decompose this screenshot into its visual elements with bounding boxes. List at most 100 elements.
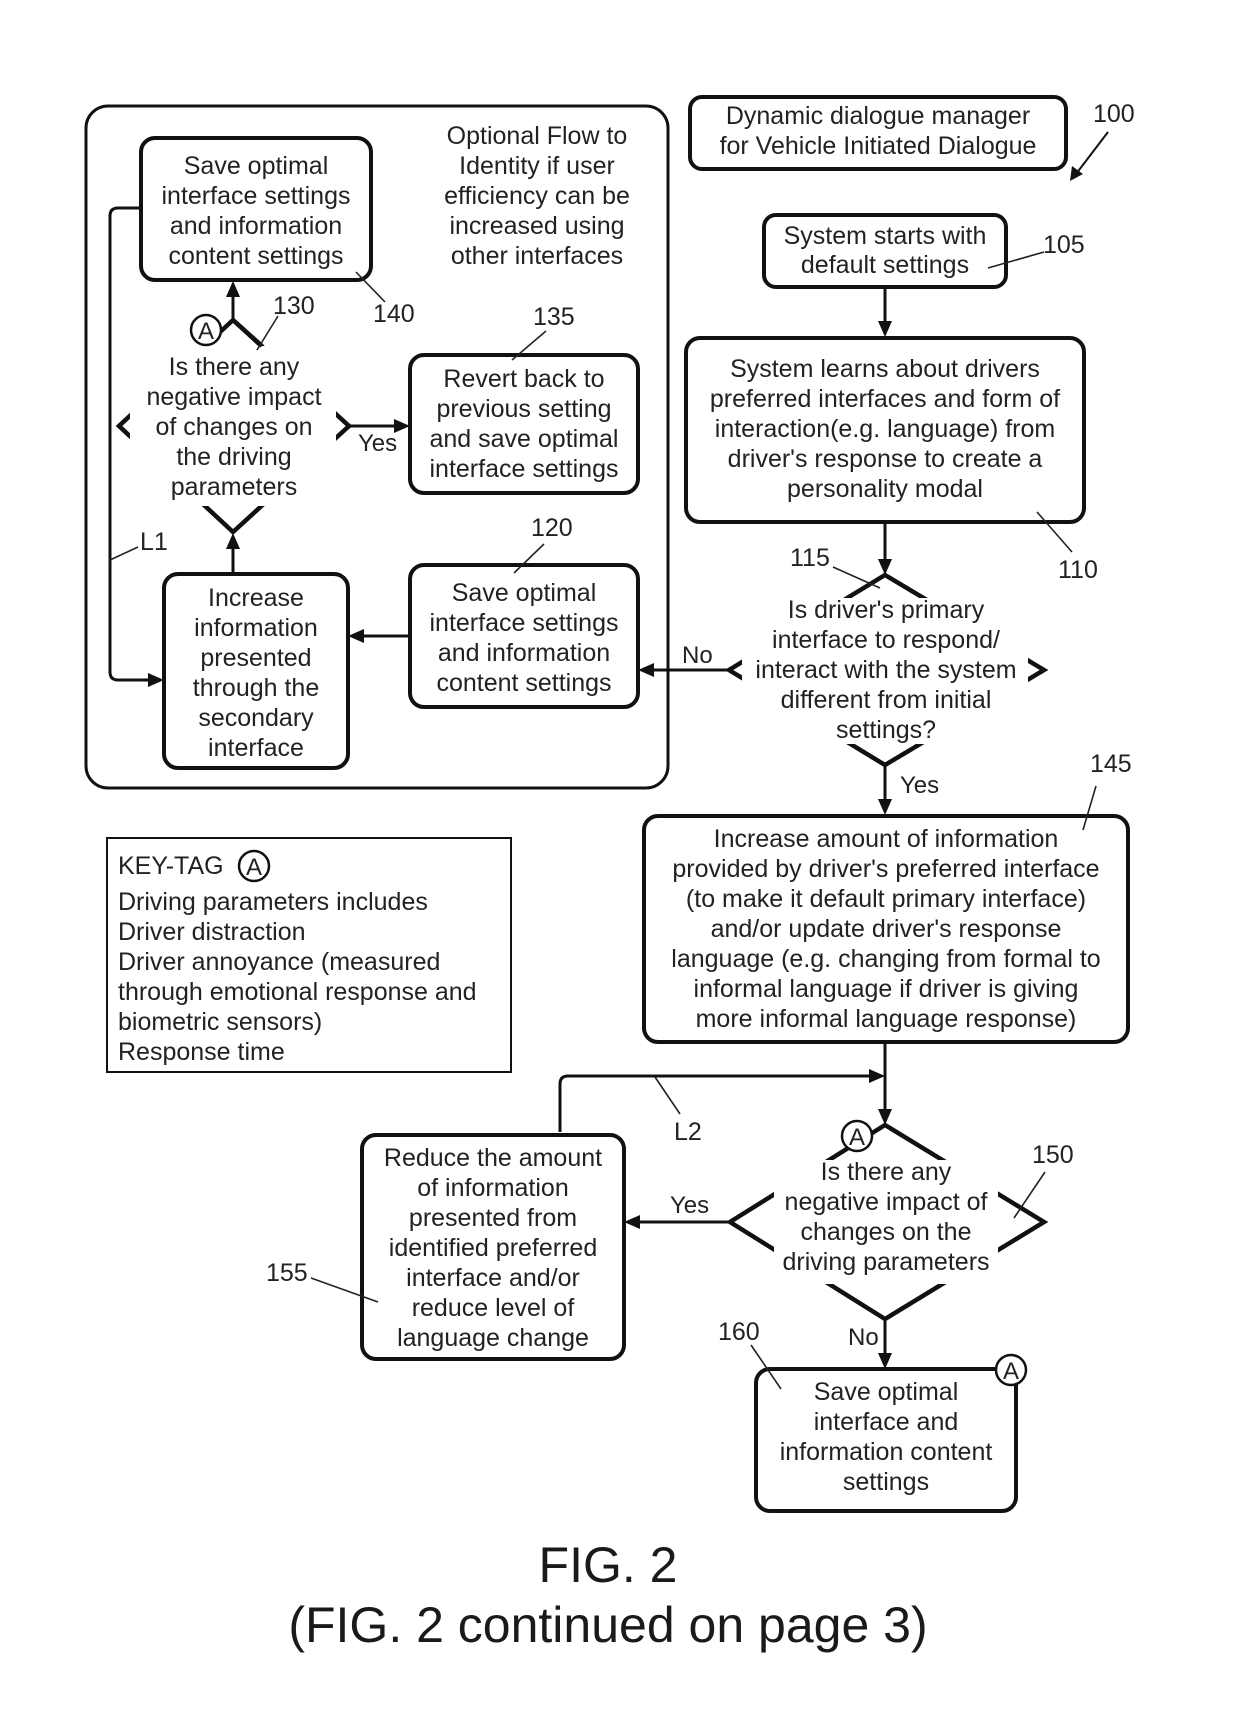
svg-text:Save optimal: Save optimal	[184, 152, 329, 180]
svg-text:biometric sensors): biometric sensors)	[118, 1008, 322, 1036]
ref-105: 105	[1043, 231, 1085, 259]
svg-text:the driving: the driving	[176, 443, 291, 471]
svg-text:driving parameters: driving parameters	[782, 1248, 989, 1276]
svg-text:through emotional response and: through emotional response and	[118, 978, 477, 1006]
title-line-2: for Vehicle Initiated Dialogue	[720, 132, 1037, 160]
ref-130-leader	[256, 315, 279, 351]
ref-135: 135	[533, 303, 575, 331]
loop-l1-label: L1	[140, 528, 168, 556]
svg-text:of changes on: of changes on	[155, 413, 312, 441]
step-145-text: Increase amount of information provided …	[671, 825, 1100, 1033]
ref-115-leader	[832, 566, 881, 589]
svg-text:different from initial: different from initial	[781, 686, 992, 714]
optional-flow-caption: Optional Flow to Identity if user effici…	[444, 122, 630, 270]
svg-text:System learns about drivers: System learns about drivers	[730, 355, 1040, 383]
svg-text:personality modal: personality modal	[787, 475, 983, 503]
svg-text:negative impact: negative impact	[146, 383, 321, 411]
svg-text:driver's response to create a: driver's response to create a	[728, 445, 1043, 473]
svg-text:(to make it default primary in: (to make it default primary interface)	[686, 885, 1086, 913]
ref-130: 130	[273, 292, 315, 320]
ref-100: 100	[1093, 100, 1135, 128]
svg-text:other interfaces: other interfaces	[451, 242, 623, 270]
ref-145: 145	[1090, 750, 1132, 778]
svg-text:identified preferred: identified preferred	[389, 1234, 597, 1262]
svg-text:presented: presented	[200, 644, 311, 672]
svg-text:interface and: interface and	[814, 1408, 959, 1436]
svg-text:language (e.g. changing from f: language (e.g. changing from formal to	[671, 945, 1100, 973]
svg-text:negative impact of: negative impact of	[785, 1188, 988, 1216]
svg-text:A: A	[1003, 1358, 1019, 1385]
ref-155: 155	[266, 1259, 308, 1287]
loop-l1-leader	[109, 546, 139, 561]
loop-l2-leader	[654, 1076, 681, 1115]
svg-text:A: A	[849, 1124, 865, 1151]
svg-text:Driver annoyance (measured: Driver annoyance (measured	[118, 948, 440, 976]
svg-text:secondary: secondary	[198, 704, 314, 732]
ref-120: 120	[531, 514, 573, 542]
svg-text:content settings: content settings	[436, 669, 611, 697]
svg-text:and save optimal: and save optimal	[429, 425, 618, 453]
svg-text:preferred interfaces and form: preferred interfaces and form of	[710, 385, 1060, 413]
figure-continued-note: (FIG. 2 continued on page 3)	[288, 1597, 927, 1653]
step-130-text: Is there any negative impact of changes …	[146, 353, 321, 501]
ref-140: 140	[373, 300, 415, 328]
svg-text:Is there any: Is there any	[169, 353, 300, 381]
title-line-1: Dynamic dialogue manager	[726, 102, 1030, 130]
svg-text:Is there any: Is there any	[821, 1158, 952, 1186]
label-no-150: No	[848, 1324, 879, 1351]
label-yes-150: Yes	[670, 1192, 709, 1219]
svg-text:Revert back to: Revert back to	[443, 365, 604, 393]
svg-text:parameters: parameters	[171, 473, 297, 501]
svg-text:settings?: settings?	[836, 716, 936, 744]
svg-text:Is driver's primary: Is driver's primary	[788, 596, 985, 624]
ref-140-leader	[355, 271, 386, 303]
svg-text:content settings: content settings	[168, 242, 343, 270]
label-yes-115: Yes	[900, 772, 939, 799]
svg-text:Increase: Increase	[208, 584, 304, 612]
svg-text:previous setting: previous setting	[436, 395, 611, 423]
svg-text:changes on the: changes on the	[801, 1218, 972, 1246]
svg-text:language change: language change	[397, 1324, 589, 1352]
ref-110: 110	[1058, 556, 1098, 584]
svg-text:provided by driver's preferred: provided by driver's preferred interface	[672, 855, 1099, 883]
ref-100-arrow	[1075, 131, 1109, 175]
svg-text:increased using: increased using	[449, 212, 624, 240]
svg-text:Optional Flow to: Optional Flow to	[447, 122, 628, 150]
loop-l2-label: L2	[674, 1118, 702, 1146]
svg-text:Save optimal: Save optimal	[452, 579, 597, 607]
svg-text:Response time: Response time	[118, 1038, 285, 1066]
svg-text:interface and/or: interface and/or	[406, 1264, 580, 1292]
svg-text:A: A	[246, 854, 262, 881]
svg-text:Reduce the amount: Reduce the amount	[384, 1144, 602, 1172]
svg-text:and information: and information	[170, 212, 342, 240]
svg-text:Save optimal: Save optimal	[814, 1378, 959, 1406]
svg-text:interface: interface	[208, 734, 304, 762]
svg-text:reduce level of: reduce level of	[412, 1294, 575, 1322]
svg-text:and information: and information	[438, 639, 610, 667]
svg-text:Identity if user: Identity if user	[459, 152, 615, 180]
svg-text:interact with the system: interact with the system	[755, 656, 1016, 684]
label-no-115: No	[682, 642, 713, 669]
loop-l2	[558, 1074, 870, 1132]
svg-text:A: A	[198, 318, 214, 345]
svg-text:and/or update driver's respons: and/or update driver's response	[711, 915, 1062, 943]
svg-text:more informal language respons: more informal language response)	[696, 1005, 1077, 1033]
ref-160: 160	[718, 1318, 760, 1346]
svg-text:interaction(e.g. language) fro: interaction(e.g. language) from	[715, 415, 1055, 443]
svg-text:Increase amount of information: Increase amount of information	[714, 825, 1059, 853]
svg-text:interface to respond/: interface to respond/	[772, 626, 1000, 654]
svg-text:informal language if driver is: informal language if driver is giving	[694, 975, 1079, 1003]
ref-115: 115	[790, 544, 830, 572]
svg-text:interface settings: interface settings	[162, 182, 351, 210]
step-105-line-2: default settings	[801, 251, 969, 279]
flowchart: Dynamic dialogue manager for Vehicle Ini…	[84, 95, 1135, 1653]
key-tag-heading: KEY-TAG	[118, 852, 224, 880]
svg-text:presented from: presented from	[409, 1204, 577, 1232]
svg-text:of information: of information	[417, 1174, 568, 1202]
svg-text:information content: information content	[780, 1438, 993, 1466]
svg-text:interface settings: interface settings	[430, 609, 619, 637]
step-105-line-1: System starts with	[784, 222, 987, 250]
svg-text:Driver distraction: Driver distraction	[118, 918, 306, 946]
ref-150: 150	[1032, 1141, 1074, 1169]
svg-text:interface settings: interface settings	[430, 455, 619, 483]
